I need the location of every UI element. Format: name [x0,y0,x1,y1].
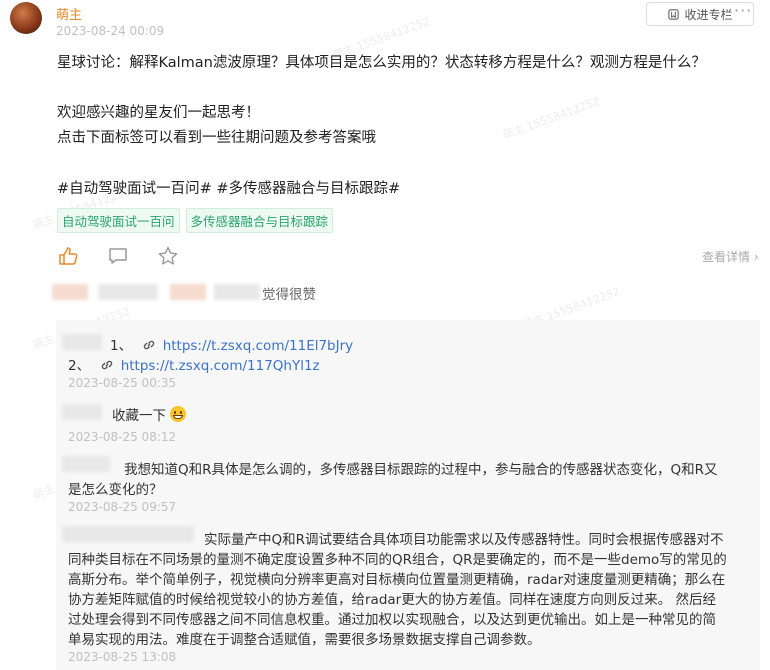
comment-body: 收藏一下 [112,408,166,424]
liker-name-blurred [52,284,88,300]
post-text-line: 欢迎感兴趣的星友们一起思考！ [57,105,260,121]
comment-text-line: 我想知道Q和R具体是怎么调的，多传感器目标跟踪的过程中，参与融合的传感器状态变化… [124,462,718,478]
commenter-name-blurred [62,334,102,350]
view-details-link[interactable]: 查看详情 › [702,248,759,265]
comment-link-prefix: 1、 [110,338,133,354]
comment-text: 收藏一下 [112,404,187,424]
comment-text-line: 实际量产中Q和R调试要结合具体项目功能需求以及传感器特性。同时会根据传感器对不 [204,532,724,548]
tag-sensor-fusion[interactable]: 多传感器融合与目标跟踪 [185,208,334,233]
comment-timestamp: 2023-08-25 08:12 [68,430,177,444]
watermark: 萌主 15558412252 [501,94,602,143]
post-text-line: 点击下面标签可以看到一些往期问题及参考答案哦 [57,130,376,146]
likes-summary: 觉得很赞 [262,287,316,303]
tag-list: 自动驾驶面试一百问 多传感器融合与目标跟踪 [57,208,334,233]
favorite-button[interactable] [156,244,180,268]
like-button[interactable] [56,244,80,268]
liker-name-blurred [98,284,158,300]
view-details-label: 查看详情 [702,250,751,264]
comment-link[interactable]: https://t.zsxq.com/11El7bJry [163,338,353,354]
chevron-right-icon: › [753,250,759,264]
comment-text-line: 单易实现的用法。难度在于调整合适赋值，需要很多场景数据支撑自己调参数。 [68,632,541,648]
liker-name-blurred [214,284,260,300]
bookmark-icon [668,8,680,20]
link-icon [102,360,113,370]
comment-text: 1、 https://t.zsxq.com/11El7bJry [110,334,353,354]
comment-timestamp: 2023-08-25 13:08 [68,650,177,664]
comment-link-prefix: 2、 [68,358,91,374]
comment-button[interactable] [106,244,130,268]
collect-label: 收进专栏 [684,7,733,22]
more-options-button[interactable]: ··· [734,2,752,20]
comment-text: 2、 https://t.zsxq.com/117QhYl1z [68,354,320,374]
post-hashtags: #自动驾驶面试一百问# #多传感器融合与目标跟踪# [57,181,401,197]
grin-emoji-icon [170,406,187,422]
star-icon [158,246,178,265]
comment-text-line: 同种类目标在不同场景的量测不确定度设置多种不同的QR组合，QR是要确定的，而不是… [68,552,727,568]
author-name[interactable]: 萌主 [56,4,82,23]
comment-text-line: 高斯分布。举个简单例子，视觉横向分辨率更高对目标横向位置量测更精确，radar对… [68,572,726,588]
comment-icon [109,248,127,264]
comment-link[interactable]: https://t.zsxq.com/117QhYl1z [121,358,320,374]
commenter-name-blurred [62,456,110,472]
comment-text-line: 是怎么变化的？ [68,482,163,498]
comment-timestamp: 2023-08-25 00:35 [68,376,177,390]
like-icon [59,247,78,265]
liker-name-blurred [170,284,206,300]
commenter-name-blurred [62,404,102,420]
post-timestamp: 2023-08-24 00:09 [56,24,165,38]
tag-autonomous-driving[interactable]: 自动驾驶面试一百问 [57,208,180,233]
comment-text-line: 协方差矩阵赋值的时候给视觉较小的协方差值，给radar更大的协方差值。同样在速度… [68,592,717,608]
comment-timestamp: 2023-08-25 09:57 [68,500,177,514]
post-text-line: 星球讨论：解释Kalman滤波原理？具体项目是怎么实用的？状态转移方程是什么？观… [57,55,706,71]
comment-text-line: 过处理会得到不同传感器之间不同信息权重。通过加权以实现融合，以及达到更优输出。如… [68,612,716,628]
link-icon [144,340,155,350]
avatar[interactable] [10,2,42,34]
commenter-name-blurred [62,526,194,542]
